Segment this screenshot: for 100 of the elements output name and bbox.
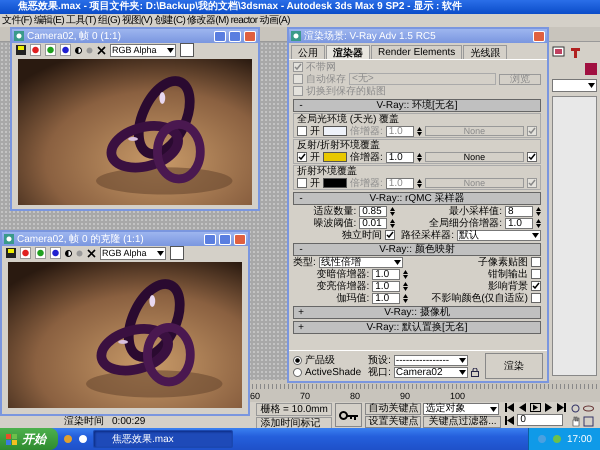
checkbox[interactable]: [531, 257, 541, 267]
key-mode-icon[interactable]: [504, 416, 516, 424]
rollout-header[interactable]: + V-Ray:: 摄像机: [293, 306, 541, 319]
zoom-icon[interactable]: [570, 403, 582, 414]
clear-icon[interactable]: [97, 46, 106, 54]
checkbox[interactable]: [297, 152, 307, 162]
checkbox[interactable]: [293, 74, 303, 84]
spinner-icon[interactable]: [536, 206, 541, 216]
channel-dropdown[interactable]: RGB Alpha: [110, 44, 176, 56]
menu-item[interactable]: 文件(F): [2, 14, 32, 26]
checkbox[interactable]: [531, 281, 541, 291]
multiplier-field[interactable]: 1.0: [386, 152, 414, 162]
set-key-button[interactable]: [334, 403, 362, 427]
spinner-icon[interactable]: [390, 218, 396, 228]
spinner-icon[interactable]: [390, 206, 396, 216]
object-color-swatch[interactable]: [585, 63, 597, 75]
rollout-header[interactable]: - V-Ray:: 颜色映射: [293, 243, 541, 256]
color-swatch[interactable]: [180, 43, 194, 57]
close-button[interactable]: [533, 30, 545, 42]
menu-item[interactable]: 编辑(E): [34, 14, 64, 26]
radio-button[interactable]: [293, 356, 302, 364]
menu-item[interactable]: 视图(V): [122, 14, 152, 26]
close-button[interactable]: [234, 234, 246, 244]
type-dropdown[interactable]: 线性倍增: [318, 256, 403, 268]
go-to-start-icon[interactable]: [504, 403, 516, 412]
taskbar-button[interactable]: 焦恶效果.max: [93, 430, 233, 448]
radio-button[interactable]: [293, 368, 302, 376]
rollout-header[interactable]: + V-Ray:: 默认置换[无名]: [293, 321, 541, 334]
maximize-viewport-icon[interactable]: [583, 416, 594, 427]
channel-toggle-button[interactable]: [35, 247, 46, 259]
checkbox[interactable]: [293, 86, 303, 96]
number-field[interactable]: 1.0: [372, 280, 400, 292]
rollout-header[interactable]: - V-Ray:: 环境[无名]: [293, 99, 541, 112]
lock-icon[interactable]: [470, 368, 479, 376]
spinner-icon[interactable]: [536, 218, 541, 228]
color-swatch[interactable]: [323, 126, 347, 136]
menu-item[interactable]: 修改器(M): [187, 14, 229, 26]
channel-toggle-button[interactable]: [20, 247, 31, 259]
maximize-button[interactable]: [219, 234, 231, 244]
save-icon[interactable]: [16, 45, 26, 55]
checkbox[interactable]: [527, 126, 537, 136]
mono-icon[interactable]: [75, 46, 82, 54]
channel-toggle-button[interactable]: [45, 44, 56, 56]
key-filters-button[interactable]: 关键点过滤器...: [423, 416, 502, 428]
display-icon[interactable]: [552, 46, 565, 59]
menu-item[interactable]: 组(G): [98, 14, 120, 26]
minimize-button[interactable]: [204, 234, 216, 244]
color-swatch[interactable]: [323, 152, 347, 162]
number-field[interactable]: 8: [505, 206, 533, 216]
checkbox[interactable]: [527, 178, 537, 188]
menu-item[interactable]: 创建(C): [154, 14, 186, 26]
number-field[interactable]: 1.0: [372, 268, 400, 280]
channel-dropdown[interactable]: RGB Alpha: [100, 246, 166, 260]
checkbox[interactable]: [297, 126, 307, 136]
go-to-end-icon[interactable]: [556, 403, 568, 412]
clear-icon[interactable]: [87, 248, 96, 258]
current-frame-field[interactable]: 0: [517, 414, 564, 426]
tab[interactable]: 光线跟: [463, 45, 508, 59]
modifier-dropdown[interactable]: [552, 79, 597, 92]
orbit-icon[interactable]: [583, 403, 594, 414]
channel-toggle-button[interactable]: [30, 44, 41, 56]
viewport-dropdown[interactable]: Camera02: [394, 366, 468, 378]
checkbox[interactable]: [531, 269, 541, 279]
tab[interactable]: 渲染器: [326, 45, 370, 59]
spinner-icon[interactable]: [416, 152, 422, 162]
spinner-icon[interactable]: [403, 270, 408, 278]
auto-key-button[interactable]: 自动关键点: [365, 403, 422, 415]
menu-item[interactable]: 动画(A): [260, 14, 290, 26]
minimize-button[interactable]: [214, 30, 226, 42]
spinner-icon[interactable]: [403, 294, 408, 302]
render-button[interactable]: 渲染: [484, 353, 543, 379]
maximize-button[interactable]: [229, 30, 241, 42]
selection-dropdown[interactable]: 选定对象: [423, 403, 500, 415]
spinner-icon[interactable]: [416, 178, 422, 188]
tab[interactable]: Render Elements: [371, 45, 462, 59]
checkbox[interactable]: [527, 152, 537, 162]
hammer-icon[interactable]: [569, 46, 582, 59]
set-key-mode-button[interactable]: 设置关键点: [365, 416, 422, 428]
menu-item[interactable]: 工具(T): [66, 14, 96, 26]
mono-icon[interactable]: [65, 250, 72, 256]
menu-item[interactable]: reactor: [230, 14, 258, 26]
spinner-icon[interactable]: [416, 126, 422, 136]
play-icon[interactable]: [530, 403, 542, 412]
number-field[interactable]: 0.01: [359, 218, 388, 228]
channel-toggle-button[interactable]: [60, 44, 71, 56]
path-sampler-dropdown[interactable]: 默认: [457, 230, 541, 240]
close-button[interactable]: [244, 30, 256, 42]
number-field[interactable]: 1.0: [505, 218, 533, 228]
color-swatch[interactable]: [323, 178, 347, 188]
map-button[interactable]: None: [424, 152, 524, 162]
checkbox[interactable]: [531, 293, 541, 303]
save-icon[interactable]: [6, 248, 16, 258]
spinner-icon[interactable]: [403, 282, 408, 290]
channel-toggle-button[interactable]: [50, 247, 61, 259]
number-field[interactable]: 1.0: [372, 292, 400, 304]
rollout-header[interactable]: - V-Ray:: rQMC 采样器: [293, 192, 541, 205]
checkbox[interactable]: [385, 230, 396, 240]
preset-dropdown[interactable]: ----------------: [394, 354, 468, 366]
color-swatch[interactable]: [170, 246, 184, 260]
tab[interactable]: 公用: [291, 45, 325, 59]
